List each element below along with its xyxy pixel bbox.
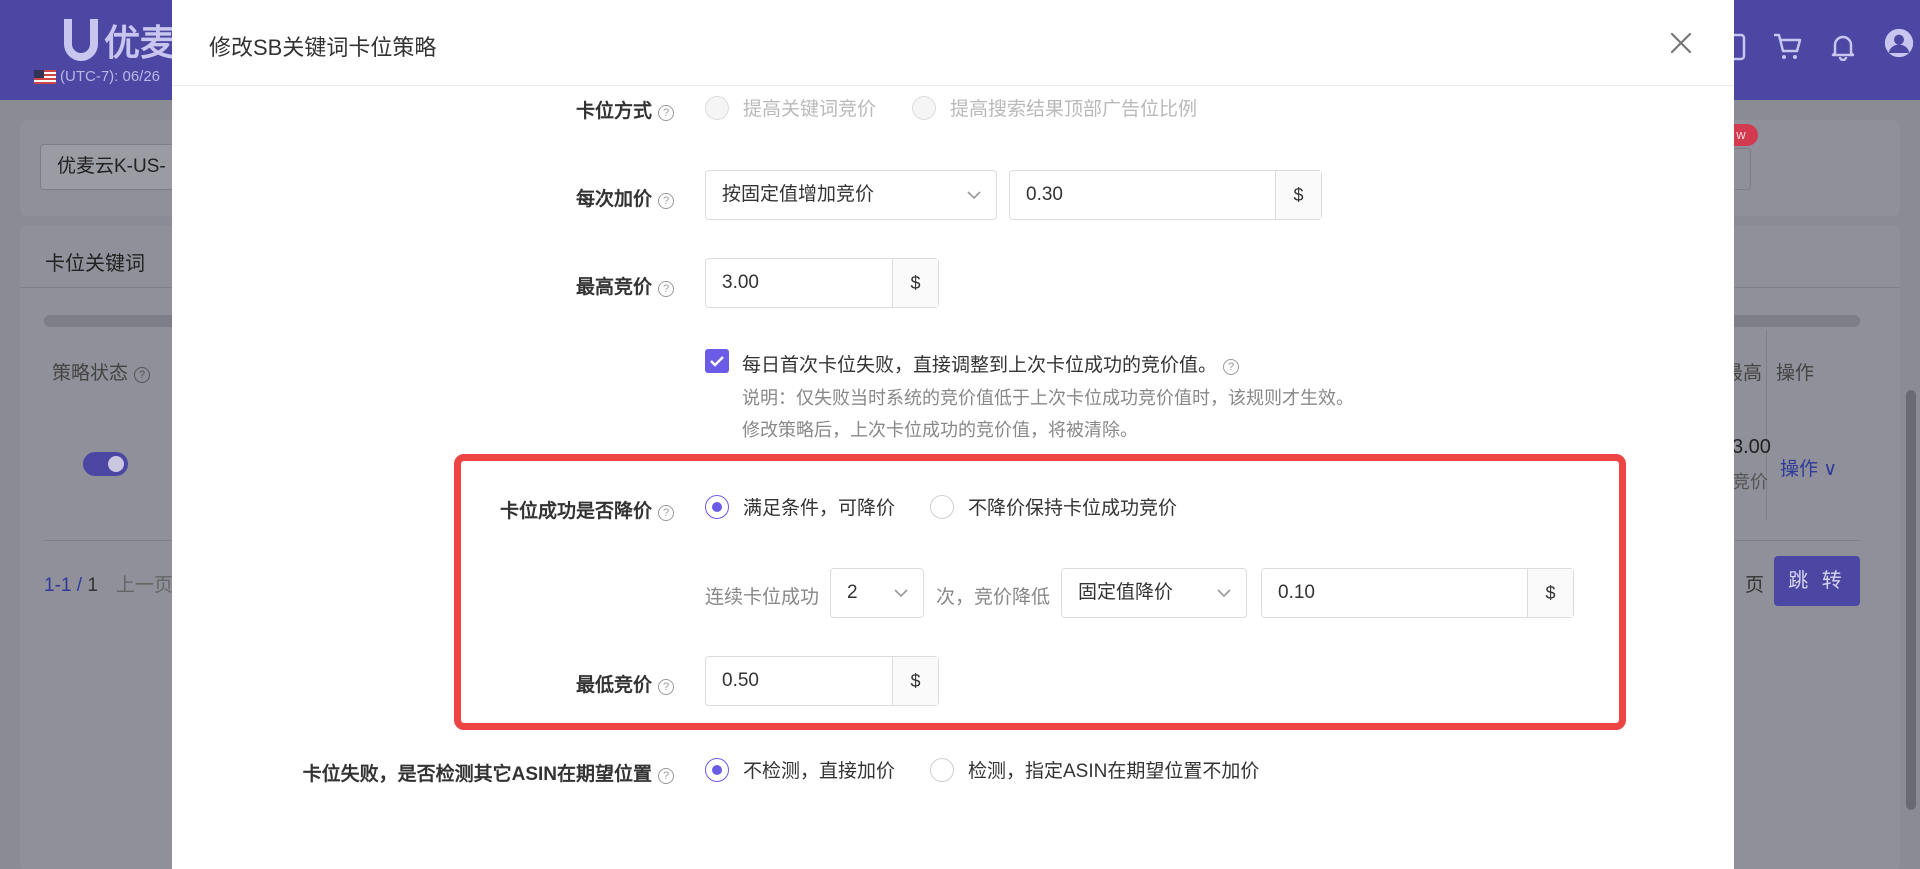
max-bid-label: 最高竞价? — [576, 272, 674, 299]
bid-method-option-placement[interactable]: 提高搜索结果顶部广告位比例 — [912, 94, 1197, 121]
avatar-icon[interactable] — [1884, 28, 1920, 64]
decrease-amount-input[interactable] — [1262, 569, 1527, 617]
max-bid-cell-sub: 竞价 — [1732, 472, 1768, 492]
document-icon[interactable] — [1732, 31, 1746, 61]
help-icon[interactable]: ? — [658, 768, 674, 784]
help-icon[interactable]: ? — [658, 505, 674, 521]
fail-check-label: 卡位失败，是否检测其它ASIN在期望位置? — [303, 759, 674, 786]
decrease-label: 卡位成功是否降价? — [500, 496, 674, 523]
chevron-down-icon — [1217, 589, 1231, 598]
increment-amount-input[interactable] — [1010, 171, 1275, 219]
fail-check-option-no[interactable]: 不检测，直接加价 — [705, 756, 895, 783]
chevron-down-icon: ∨ — [1823, 459, 1838, 480]
daily-reset-note-2: 修改策略后，上次卡位成功的竞价值，将被清除。 — [742, 420, 1138, 440]
cart-icon[interactable] — [1772, 31, 1802, 61]
row-ops-dropdown[interactable]: 操作 ∨ — [1780, 454, 1837, 481]
help-icon[interactable]: ? — [134, 367, 151, 383]
consecutive-count-select[interactable]: 2 — [830, 568, 924, 618]
help-icon[interactable]: ? — [1223, 359, 1240, 375]
increment-amount-group: $ — [1009, 170, 1322, 220]
currency-unit: $ — [892, 657, 938, 705]
prev-page-button[interactable]: 上一页 — [116, 575, 173, 596]
section-title: 卡位关键词 — [45, 253, 145, 275]
max-bid-group: $ — [705, 258, 939, 308]
currency-unit: $ — [1527, 569, 1573, 617]
pagination: 1-1 / 1 上一页 — [44, 575, 173, 596]
jump-button[interactable]: 跳 转 — [1774, 556, 1860, 606]
modal-title: 修改SB关键词卡位策略 — [209, 35, 437, 60]
modal-header: 修改SB关键词卡位策略 — [172, 0, 1734, 86]
bell-icon[interactable] — [1828, 31, 1858, 62]
currency-unit: $ — [892, 259, 938, 307]
help-icon[interactable]: ? — [658, 105, 674, 121]
decrease-option-allow[interactable]: 满足条件，可降价 — [705, 493, 895, 520]
strategy-status-toggle[interactable] — [83, 452, 128, 476]
decrease-amount-group: $ — [1261, 568, 1574, 618]
page-label: 页 — [1745, 575, 1765, 596]
chevron-down-icon — [894, 589, 908, 598]
max-bid-input[interactable] — [706, 259, 892, 307]
bid-method-label: 卡位方式? — [576, 96, 674, 123]
column-header-status: 策略状态? — [52, 358, 151, 385]
app-logo[interactable]: 优麦 — [64, 14, 176, 66]
bid-method-option-keyword[interactable]: 提高关键词竞价 — [705, 94, 876, 121]
daily-reset-checkbox[interactable] — [705, 349, 729, 373]
min-bid-input[interactable] — [706, 657, 892, 705]
fail-check-option-yes[interactable]: 检测，指定ASIN在期望位置不加价 — [930, 756, 1259, 783]
max-bid-cell: 3.00 — [1732, 436, 1771, 458]
vertical-scrollbar[interactable] — [1906, 390, 1916, 810]
currency-unit: $ — [1275, 171, 1321, 219]
daily-reset-note-1: 说明：仅失败当时系统的竞价值低于上次卡位成功竞价值时，该规则才生效。 — [742, 388, 1354, 408]
increment-label: 每次加价? — [576, 184, 674, 211]
decrease-option-keep[interactable]: 不降价保持卡位成功竞价 — [930, 493, 1177, 520]
daily-reset-label[interactable]: 每日首次卡位失败，直接调整到上次卡位成功的竞价值。? — [742, 350, 1240, 377]
chevron-down-icon — [967, 191, 981, 200]
consecutive-success-label: 连续卡位成功 — [705, 587, 820, 608]
help-icon[interactable]: ? — [658, 281, 674, 297]
column-header-ops: 操作 — [1776, 363, 1815, 384]
decrease-method-select[interactable]: 固定值降价 — [1061, 568, 1247, 618]
edit-strategy-modal: 修改SB关键词卡位策略 卡位方式? 提高关键词竞价 提高搜索结果顶部广告位比例 … — [172, 0, 1734, 869]
help-icon[interactable]: ? — [658, 193, 674, 209]
min-bid-label: 最低竞价? — [576, 670, 674, 697]
us-flag-icon — [34, 70, 56, 85]
timezone-label: (UTC-7): 06/26 — [34, 68, 160, 85]
increment-method-select[interactable]: 按固定值增加竞价 — [705, 170, 997, 220]
help-icon[interactable]: ? — [658, 679, 674, 695]
min-bid-group: $ — [705, 656, 939, 706]
times-decrease-label: 次，竞价降低 — [936, 587, 1051, 608]
close-icon[interactable] — [1668, 30, 1694, 56]
